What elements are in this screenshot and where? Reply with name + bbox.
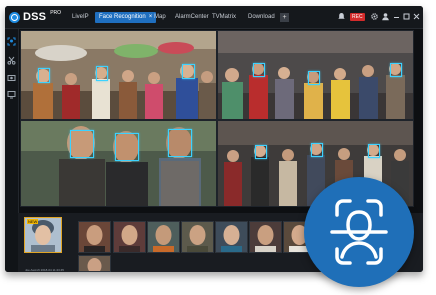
scissors-icon[interactable] (7, 56, 16, 65)
face-snapshot[interactable] (78, 221, 111, 253)
face-detection-box[interactable] (255, 145, 267, 159)
face-detection-box[interactable] (368, 144, 380, 158)
monitor-icon[interactable] (7, 90, 16, 99)
face-snapshot[interactable]: NEW (24, 217, 62, 253)
face-detection-box[interactable] (308, 71, 320, 85)
face-snapshot[interactable] (215, 221, 248, 253)
face-recognition-icon (330, 199, 388, 265)
face-detection-box[interactable] (38, 68, 50, 83)
tab-alarmcenter[interactable]: AlarmCenter (171, 12, 213, 23)
face-detection-box[interactable] (168, 129, 192, 157)
gear-icon[interactable] (370, 12, 379, 21)
face-detection-box[interactable] (390, 63, 402, 77)
new-tag: NEW (27, 219, 39, 224)
face-recognition-badge (304, 177, 414, 287)
record-badge[interactable]: REC (350, 13, 365, 21)
face-snapshot[interactable] (78, 255, 111, 272)
face-detection-box[interactable] (182, 64, 195, 79)
face-detection-box[interactable] (115, 133, 139, 161)
tab-download[interactable]: Download (244, 12, 279, 23)
camera-view-3[interactable] (20, 120, 217, 207)
face-detection-box[interactable] (311, 143, 323, 157)
maximize-icon[interactable] (402, 12, 411, 21)
face-detection-box[interactable] (96, 66, 108, 81)
face-detection-box[interactable] (253, 63, 265, 77)
logo-text: DSS (23, 11, 47, 23)
top-bar: DSS PRO LiveIP Face Recognition × Map Ala… (5, 6, 423, 29)
snapshot-caption: Joe Ascroft 2018-04 11:23:45 (25, 268, 64, 272)
tab-face-recognition-label: Face Recognition (99, 14, 146, 20)
face-detection-box[interactable] (70, 130, 94, 158)
face-snapshot[interactable] (249, 221, 282, 253)
camera-view-1[interactable] (20, 30, 217, 120)
camera-view-2[interactable] (217, 30, 414, 120)
minimize-icon[interactable] (392, 12, 401, 21)
alarm-bell-icon[interactable] (337, 12, 346, 21)
tab-liveip[interactable]: LiveIP (68, 12, 93, 23)
user-icon[interactable] (381, 12, 390, 21)
sidebar (5, 29, 19, 272)
tab-map[interactable]: Map (150, 12, 170, 23)
close-icon[interactable] (412, 12, 421, 21)
app-logo: DSS PRO (9, 10, 61, 24)
logo-pro: PRO (50, 10, 62, 16)
face-snapshot[interactable] (113, 221, 146, 253)
camera-icon[interactable] (7, 73, 16, 82)
logo-icon (9, 11, 20, 23)
face-snapshot[interactable] (181, 221, 214, 253)
tab-face-recognition[interactable]: Face Recognition × (95, 12, 157, 23)
add-tab-button[interactable]: + (280, 13, 289, 22)
tab-tvmatrix[interactable]: TVMatrix (208, 12, 240, 23)
face-scan-icon[interactable] (7, 37, 16, 46)
face-snapshot[interactable] (147, 221, 180, 253)
